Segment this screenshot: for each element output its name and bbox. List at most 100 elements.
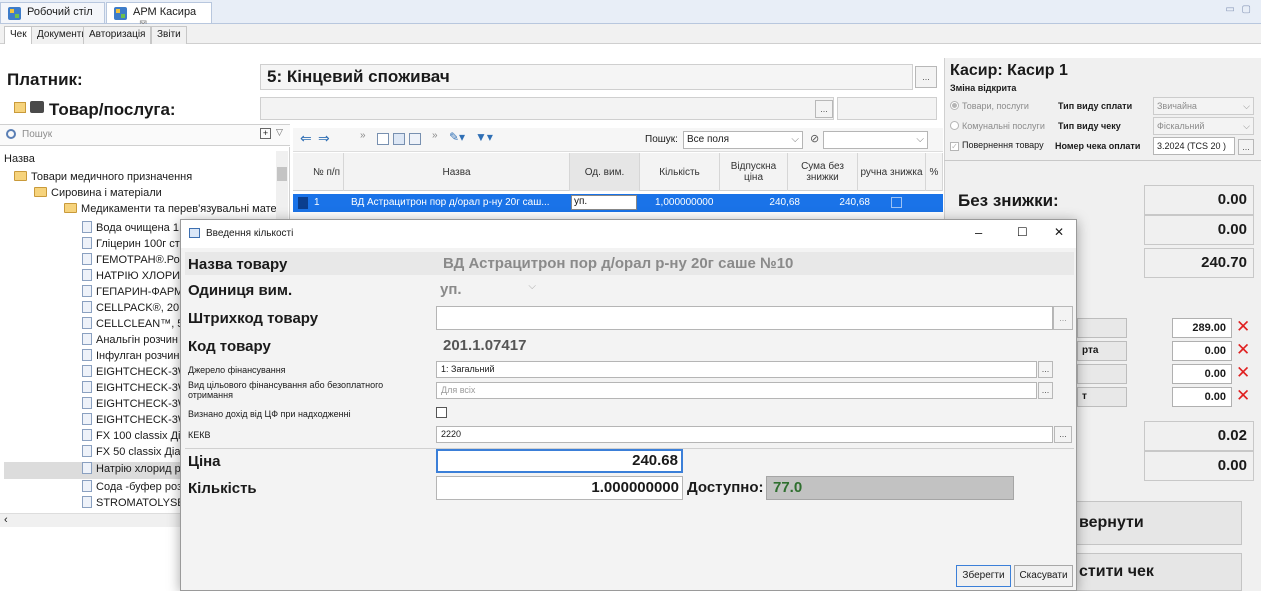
view-menu-icon[interactable]: ▽ — [276, 127, 283, 138]
tree-item[interactable]: EIGHTCHECK-3WF — [82, 365, 182, 381]
tree-item-selected[interactable]: Натрію хлорид р — [4, 462, 180, 479]
tree-item[interactable]: ГЕМОТРАН®.Роз — [82, 253, 182, 269]
tab-desktop[interactable]: Робочий стіл — [0, 2, 105, 23]
folder-open-icon[interactable] — [14, 102, 26, 113]
maximize-icon[interactable]: ☐ — [1017, 225, 1028, 239]
search-value-field[interactable]: ⌵ — [823, 131, 928, 149]
col-header-unit[interactable]: Од. вим. — [570, 153, 640, 191]
return-button[interactable]: вернути — [1060, 501, 1242, 545]
col-header-sum[interactable]: Сума без знижки — [788, 153, 858, 191]
search-field-select[interactable]: Все поля ⌵ — [683, 131, 803, 149]
camera-icon[interactable] — [30, 101, 44, 113]
arrow-right-icon[interactable]: ⇒ — [318, 130, 330, 147]
cell-manual-discount-checkbox[interactable] — [891, 197, 902, 208]
check-number-button[interactable]: ... — [1238, 139, 1254, 155]
option-utilities[interactable]: Комунальні послуги — [950, 121, 1045, 131]
remove-icon[interactable]: ✕ — [1236, 364, 1250, 381]
save-button[interactable]: Зберегти — [956, 565, 1011, 587]
check-number-field[interactable]: 3.2024 (TCS 20 ) — [1153, 137, 1235, 155]
clear-check-button[interactable]: стити чек — [1060, 553, 1242, 591]
col-header-percent[interactable]: % — [926, 153, 943, 191]
tab-reports[interactable]: Звіти — [151, 26, 187, 44]
col-header-price[interactable]: Відпускна ціна — [720, 153, 788, 191]
scrollbar-thumb[interactable] — [277, 167, 287, 181]
tree-item[interactable]: НАТРІЮ ХЛОРИД — [82, 269, 182, 285]
col-header-manual-discount[interactable]: ручна знижка — [858, 153, 926, 191]
tree-item[interactable]: EIGHTCHECK-3WF — [82, 397, 182, 413]
arrow-left-icon[interactable]: ⇐ — [300, 130, 312, 147]
payer-field[interactable]: 5: Кінцевий споживач — [260, 64, 913, 90]
funding-kind-field[interactable]: Для всіх — [436, 382, 1037, 399]
col-header-qty[interactable]: Кількість — [640, 153, 720, 191]
tab-authorization[interactable]: Авторизація — [83, 26, 152, 44]
window-controls[interactable]: ▭ ▢ — [1225, 4, 1253, 15]
overflow-icon[interactable]: » — [432, 130, 438, 141]
col-header-name[interactable]: Назва — [344, 153, 570, 191]
tree-item[interactable]: CELLCLEAN™, 50n — [82, 317, 182, 333]
tools-icon[interactable]: ✎▾ — [449, 130, 465, 144]
tree-item[interactable]: FX 100 classix Діа — [82, 429, 182, 445]
minimize-icon[interactable]: – — [975, 225, 982, 240]
edit-doc-icon[interactable] — [393, 133, 405, 145]
pay-amount-2[interactable]: 0.00 — [1172, 341, 1232, 361]
tree-item[interactable]: FX 50 classix Діал — [82, 445, 182, 461]
income-checkbox[interactable] — [436, 407, 447, 418]
tab-check[interactable]: Чек — [4, 26, 33, 44]
kekv-field[interactable]: 2220 — [436, 426, 1053, 443]
goods-field[interactable] — [260, 97, 834, 120]
tree-item[interactable]: CELLPACK®, 20L/ — [82, 301, 182, 317]
tree-item-folder[interactable]: Товари медичного призначення — [14, 171, 192, 187]
pay-type-card-button[interactable]: рта — [1077, 341, 1127, 361]
pay-type-1-button[interactable] — [1077, 318, 1127, 338]
barcode-button[interactable]: ... — [1053, 306, 1073, 330]
clear-icon[interactable]: ⊘ — [810, 132, 819, 145]
qty-input[interactable]: 1.000000000 — [436, 476, 683, 500]
funding-kind-button[interactable]: ... — [1038, 382, 1053, 399]
collapse-icon[interactable]: + — [260, 128, 271, 139]
table-row[interactable]: 1 ВД Астрацитрон пор д/орал р-ну 20г саш… — [293, 194, 943, 212]
tree-item[interactable]: STROMATOLYSER — [82, 496, 182, 512]
kekv-button[interactable]: ... — [1054, 426, 1072, 443]
funding-source-button[interactable]: ... — [1038, 361, 1053, 378]
barcode-input[interactable] — [436, 306, 1053, 330]
tree-item[interactable]: Анальгін розчин — [82, 333, 182, 349]
tree-item[interactable]: Вода очищена 1 — [82, 221, 182, 237]
tree-item-folder[interactable]: Медикаменти та перев'язувальні матер — [64, 203, 276, 219]
pay-type-4-button[interactable]: т — [1077, 387, 1127, 407]
filter-icon[interactable]: ▼▾ — [475, 130, 493, 144]
overflow-icon[interactable]: » — [360, 130, 366, 141]
tree-item[interactable]: ГЕПАРИН-ФАРМЕ — [82, 285, 182, 301]
tree-item[interactable]: EIGHTCHECK-3WF — [82, 413, 182, 429]
option-return[interactable]: ✓ Повернення товару — [950, 140, 1044, 151]
payment-type-select[interactable]: Звичайна ⌵ — [1153, 97, 1254, 115]
tree-item[interactable]: EIGHTCHECK-3WF — [82, 381, 182, 397]
remove-icon[interactable]: ✕ — [1236, 341, 1250, 358]
pay-amount-1[interactable]: 289.00 — [1172, 318, 1232, 338]
cancel-button[interactable]: Скасувати — [1014, 565, 1073, 587]
price-input[interactable]: 240.68 — [436, 449, 683, 473]
search-icon[interactable] — [6, 129, 16, 139]
tree-item[interactable]: Інфулган розчин — [82, 349, 182, 365]
search-label[interactable]: Пошук — [22, 129, 52, 140]
remove-icon[interactable]: ✕ — [1236, 387, 1250, 404]
check-type-select[interactable]: Фіскальний ⌵ — [1153, 117, 1254, 135]
tree-item[interactable]: Гліцерин 100г сте — [82, 237, 182, 253]
pay-type-3-button[interactable] — [1077, 364, 1127, 384]
tree-item[interactable]: Сода -буфер роз — [82, 480, 182, 496]
payer-select-button[interactable]: ... — [915, 66, 937, 88]
copy-doc-icon[interactable] — [409, 133, 421, 145]
goods-extra-field[interactable] — [837, 97, 937, 120]
funding-source-field[interactable]: 1: Загальний — [436, 361, 1037, 378]
close-icon[interactable]: ✕ — [1054, 225, 1064, 239]
col-header-num[interactable]: № п/п — [310, 153, 344, 191]
remove-icon[interactable]: ✕ — [1236, 318, 1250, 335]
pay-amount-3[interactable]: 0.00 — [1172, 364, 1232, 384]
pay-amount-4[interactable]: 0.00 — [1172, 387, 1232, 407]
option-goods[interactable]: Товари, послуги — [950, 101, 1029, 111]
tab-cashier[interactable]: АРМ Касира ⊠ — [106, 2, 212, 30]
new-doc-icon[interactable] — [377, 133, 389, 145]
tree-item-folder[interactable]: Сировина і матеріали — [34, 187, 162, 203]
unit-select[interactable]: уп. ⌵ — [436, 279, 540, 301]
cell-unit[interactable]: уп. — [571, 195, 637, 210]
goods-select-button[interactable]: ... — [815, 100, 833, 118]
